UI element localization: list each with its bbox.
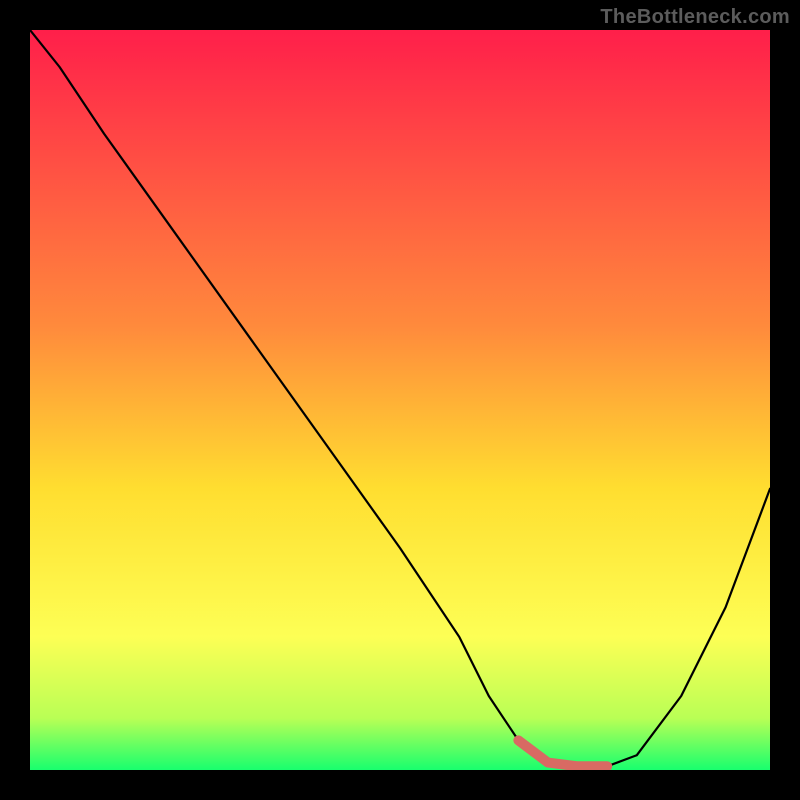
bottleneck-chart <box>0 0 800 800</box>
chart-stage: TheBottleneck.com <box>0 0 800 800</box>
gradient-background <box>30 30 770 770</box>
watermark-text: TheBottleneck.com <box>600 6 790 29</box>
